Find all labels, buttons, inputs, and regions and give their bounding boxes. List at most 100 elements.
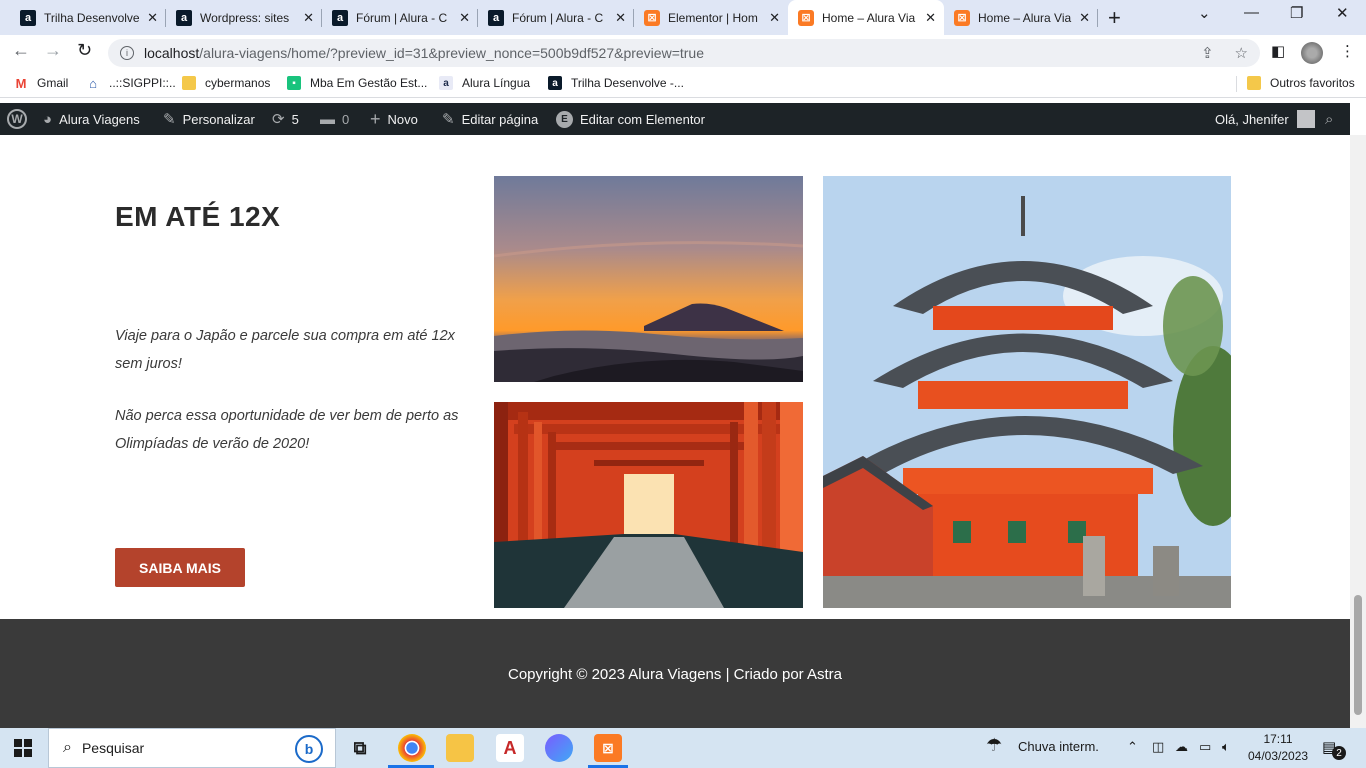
address-bar[interactable]: i localhost/alura-viagens/home/?preview_… [108,39,1260,67]
comment-icon: ▬ [320,110,335,128]
browser-tab-active[interactable]: ⊠ Home – Alura Via ✕ [788,0,944,35]
browser-toolbar: ← → ↻ i localhost/alura-viagens/home/?pr… [0,35,1366,70]
admin-edit-page[interactable]: ✎ Editar página [442,103,538,135]
brush-icon: ✎ [163,111,176,128]
saiba-mais-button[interactable]: SAIBA MAIS [115,548,245,587]
side-panel-icon[interactable]: ◧ [1271,42,1285,60]
admin-search[interactable]: ⌕ [1325,103,1333,135]
chevron-up-icon[interactable]: ⌃ [1127,739,1138,755]
network-icon[interactable]: ▭ [1199,739,1211,755]
windows-start-icon[interactable] [14,739,32,757]
copilot-icon[interactable] [545,734,573,762]
new-tab-icon[interactable]: + [1108,5,1121,31]
site-info-icon[interactable]: i [120,46,134,60]
page-scrollbar[interactable] [1350,135,1366,728]
close-icon[interactable]: ✕ [615,10,626,26]
tab-title: Elementor | Hom [668,10,758,25]
wordpress-logo[interactable]: W [7,103,27,135]
volume-icon[interactable]: 🔈︎ [1222,739,1230,755]
alura-icon: a [488,9,504,26]
bookmarks-bar: M Gmail ⌂ ..::SIGPPI::.. cybermanos ▪ Mb… [0,70,1366,98]
forward-arrow-icon[interactable]: → [44,40,62,61]
close-icon[interactable]: ✕ [147,10,158,26]
bookmark-label: cybermanos [205,76,271,90]
wordpress-icon: W [7,109,27,129]
wp-admin-bar: W ◕ Alura Viagens ✎ Personalizar ⟳ 5 ▬ 0… [0,103,1350,135]
other-bookmarks[interactable]: Outros favoritos [1247,76,1355,90]
browser-tab[interactable]: ⊠ Home – Alura Via ✕ [944,0,1098,35]
browser-tab-strip: a Trilha Desenvolve ✕ a Wordpress: sites… [0,0,1366,35]
notification-count: 2 [1332,746,1346,760]
bookmark-item[interactable]: ⌂ ..::SIGPPI::.. [86,76,176,91]
xampp-icon[interactable]: ⊠ [594,734,622,762]
close-icon[interactable]: ✕ [1079,10,1090,26]
close-icon[interactable]: ✕ [459,10,470,26]
close-icon[interactable]: ✕ [303,10,314,26]
admin-comments[interactable]: ▬ 0 [320,103,349,135]
menu-kebab-icon[interactable]: ⋮ [1340,42,1355,60]
bookmark-item[interactable]: M Gmail [14,76,69,91]
close-icon[interactable]: ✕ [769,10,780,26]
bookmark-item[interactable]: a Alura Língua [439,76,530,90]
close-icon[interactable]: ✕ [925,10,936,26]
bookmark-label: Alura Língua [462,76,531,90]
folder-icon [182,76,196,90]
customize-label: Personalizar [182,111,255,127]
bookmark-label: Gmail [37,76,69,90]
admin-edit-elementor[interactable]: E Editar com Elementor [556,103,705,135]
share-icon[interactable]: ⇪ [1201,45,1214,62]
minimize-icon[interactable]: — [1244,4,1259,21]
site-name-label: Alura Viagens [59,111,140,127]
restore-icon[interactable]: ❐ [1290,4,1303,22]
notification-center[interactable]: ▤ 2 [1322,738,1346,760]
site-footer: Copyright © 2023 Alura Viagens | Criado … [0,619,1350,729]
admin-site-name[interactable]: ◕ Alura Viagens [43,103,140,135]
meet-icon[interactable]: ◫ [1152,739,1164,755]
chrome-icon[interactable] [398,734,426,762]
scrollbar-thumb[interactable] [1354,595,1362,715]
tab-search-chevron-icon[interactable]: ⌄ [1198,4,1211,22]
file-explorer-icon[interactable] [446,734,474,762]
profile-avatar[interactable] [1301,42,1323,64]
window-close-icon[interactable]: ✕ [1336,4,1349,22]
search-icon: ⌕ [63,739,72,756]
search-placeholder: Pesquisar [81,740,145,756]
browser-tab[interactable]: a Trilha Desenvolve ✕ [10,0,166,35]
tab-title: Home – Alura Via [822,10,916,25]
footer-copyright: Copyright © 2023 Alura Viagens | Criado … [507,665,843,683]
admin-account[interactable]: Olá, Jhenifer [1215,103,1315,135]
back-arrow-icon[interactable]: ← [12,40,30,61]
admin-new[interactable]: + Novo [370,103,418,135]
taskbar-clock[interactable]: 17:11 04/03/2023 [1248,731,1308,765]
xampp-icon: ⊠ [644,9,660,26]
browser-tab[interactable]: a Wordpress: sites ✕ [166,0,322,35]
browser-tab[interactable]: a Fórum | Alura - C ✕ [478,0,634,35]
task-view-icon[interactable]: ⧉ [346,734,374,762]
url-path: /alura-viagens/home/?preview_id=31&previ… [199,45,704,61]
bing-icon[interactable]: b [295,735,323,763]
browser-tab[interactable]: a Fórum | Alura - C ✕ [322,0,478,35]
search-icon: ⌕ [1325,110,1334,128]
page-heading: EM ATÉ 12X [115,201,281,232]
bookmark-item[interactable]: ▪ Mba Em Gestão Est... [287,76,427,90]
onedrive-cloud-icon[interactable]: ☁ [1175,739,1188,755]
new-label: Novo [387,111,418,127]
bookmark-star-icon[interactable]: ☆ [1235,45,1248,62]
tab-title: Fórum | Alura - C [356,10,448,25]
pagoda-image [823,176,1231,608]
reload-icon[interactable]: ↻ [77,40,92,61]
taskbar-search[interactable]: ⌕ Pesquisar b [48,728,336,768]
acrobat-icon[interactable]: A [496,734,524,762]
page-content: EM ATÉ 12X Viaje para o Japão e parcele … [0,135,1350,619]
weather-label[interactable]: Chuva interm. [1018,739,1099,754]
bookmark-item[interactable]: cybermanos [182,76,270,90]
user-avatar [1296,110,1315,128]
browser-tab[interactable]: ⊠ Elementor | Hom ✕ [634,0,788,35]
bookmark-item[interactable]: a Trilha Desenvolve -... [548,76,684,90]
comments-count: 0 [342,111,350,127]
tab-title: Wordpress: sites [200,10,290,25]
alura-icon: a [332,9,348,26]
admin-updates[interactable]: ⟳ 5 [272,103,299,135]
torii-gates-image [494,402,803,608]
admin-customize[interactable]: ✎ Personalizar [163,103,255,135]
